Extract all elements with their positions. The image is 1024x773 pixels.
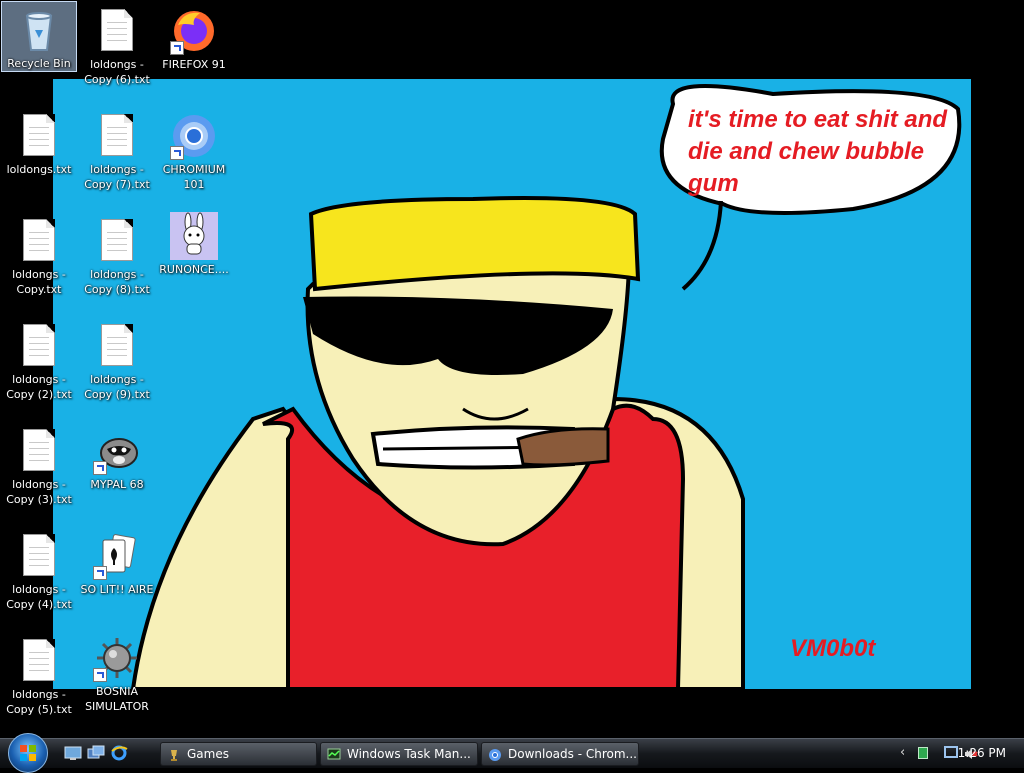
taskbar-clock[interactable]: 1:26 PM <box>958 746 1006 760</box>
shortcut-arrow-icon <box>170 146 184 160</box>
shortcut-arrow-icon <box>93 668 107 682</box>
task-label: Downloads - Chrom... <box>508 747 637 761</box>
text-file-icon <box>93 217 141 265</box>
shortcut-arrow-icon <box>93 461 107 475</box>
desktop-icon-text-file[interactable]: loldongs - Copy (6).txt <box>79 3 155 87</box>
icon-label: loldongs - Copy (8).txt <box>84 268 150 296</box>
icon-label: CHROMIUM 101 <box>162 163 226 191</box>
icon-label: loldongs - Copy.txt <box>12 268 66 296</box>
icon-label: loldongs.txt <box>6 163 72 176</box>
task-label: Windows Task Man... <box>347 747 471 761</box>
desktop-icon-text-file[interactable]: loldongs.txt <box>1 108 77 177</box>
speech-bubble-text: it's time to eat shit and die and chew b… <box>688 106 948 197</box>
desktop-icon-text-file[interactable]: loldongs - Copy (9).txt <box>79 318 155 402</box>
desktop-icon-text-file[interactable]: loldongs - Copy (2).txt <box>1 318 77 402</box>
show-desktop-icon[interactable] <box>64 745 82 761</box>
desktop-icon-mypal[interactable]: MYPAL 68 <box>79 423 155 492</box>
task-manager-icon <box>327 747 341 761</box>
games-icon <box>167 747 181 761</box>
icon-label: loldongs - Copy (2).txt <box>6 373 72 401</box>
spiked-mace-icon <box>93 634 141 682</box>
network-icon[interactable] <box>944 746 958 758</box>
desktop-icon-solitaire[interactable]: SO LIT!! AIRE <box>79 528 155 597</box>
desktop-icon-text-file[interactable]: loldongs - Copy (5).txt <box>1 633 77 717</box>
desktop-icon-bosnia-simulator[interactable]: BOSNIA SIMULATOR <box>79 630 155 714</box>
system-tray: ‹ 1:26 PM <box>874 739 1024 769</box>
artist-signature: VM0b0t <box>790 635 876 662</box>
task-label: Games <box>187 747 229 761</box>
icon-label: loldongs - Copy (4).txt <box>6 583 72 611</box>
windows-flag-icon <box>20 745 36 761</box>
playing-cards-icon <box>93 532 141 580</box>
icon-label: Recycle Bin <box>7 57 71 70</box>
desktop-icon-runonce[interactable]: RUNONCE.... <box>156 208 232 277</box>
icon-label: RUNONCE.... <box>159 263 229 276</box>
text-file-icon <box>15 637 63 685</box>
show-hidden-icons-chevron-icon[interactable]: ‹ <box>900 745 905 760</box>
text-file-icon <box>15 217 63 265</box>
desktop-icon-text-file[interactable]: loldongs - Copy (8).txt <box>79 213 155 297</box>
text-file-icon <box>93 112 141 160</box>
shortcut-arrow-icon <box>170 41 184 55</box>
shortcut-arrow-icon <box>93 566 107 580</box>
desktop-icon-chromium[interactable]: CHROMIUM 101 <box>156 108 232 192</box>
chromium-icon <box>170 112 218 160</box>
internet-explorer-icon[interactable] <box>110 745 128 761</box>
icon-label: loldongs - Copy (3).txt <box>6 478 72 506</box>
taskbar-button-chromium-downloads[interactable]: Downloads - Chrom... <box>481 742 639 766</box>
icon-label: loldongs - Copy (9).txt <box>84 373 150 401</box>
text-file-icon <box>15 112 63 160</box>
chromium-icon <box>488 747 502 761</box>
text-file-icon <box>93 322 141 370</box>
firefox-icon <box>170 7 218 55</box>
bunny-icon <box>170 212 218 260</box>
desktop-icon-text-file[interactable]: loldongs - Copy (4).txt <box>1 528 77 612</box>
recycle-bin-icon <box>15 6 63 54</box>
taskbar-button-games[interactable]: Games <box>160 742 317 766</box>
desktop[interactable]: it's time to eat shit and die and chew b… <box>0 0 1024 738</box>
desktop-icon-recycle-bin[interactable]: Recycle Bin <box>1 1 77 72</box>
icon-label: loldongs - Copy (5).txt <box>6 688 72 716</box>
desktop-icon-text-file[interactable]: loldongs - Copy.txt <box>1 213 77 297</box>
icon-label: loldongs - Copy (7).txt <box>84 163 150 191</box>
icon-label: FIREFOX 91 <box>162 58 226 71</box>
text-file-icon <box>15 532 63 580</box>
desktop-icon-text-file[interactable]: loldongs - Copy (3).txt <box>1 423 77 507</box>
icon-label: loldongs - Copy (6).txt <box>84 58 150 86</box>
icon-label: MYPAL 68 <box>90 478 144 491</box>
icon-label: BOSNIA SIMULATOR <box>85 685 149 713</box>
taskbar-button-task-manager[interactable]: Windows Task Man... <box>320 742 478 766</box>
switch-windows-icon[interactable] <box>87 745 105 761</box>
raccoon-icon <box>93 427 141 475</box>
desktop-icon-text-file[interactable]: loldongs - Copy (7).txt <box>79 108 155 192</box>
tray-app-icon[interactable] <box>918 747 928 759</box>
text-file-icon <box>93 7 141 55</box>
text-file-icon <box>15 322 63 370</box>
taskbar: Games Windows Task Man... Downloads - Ch… <box>0 733 1024 773</box>
text-file-icon <box>15 427 63 475</box>
desktop-icon-firefox[interactable]: FIREFOX 91 <box>156 3 232 72</box>
icon-label: SO LIT!! AIRE <box>80 583 154 596</box>
start-button[interactable] <box>8 733 48 773</box>
